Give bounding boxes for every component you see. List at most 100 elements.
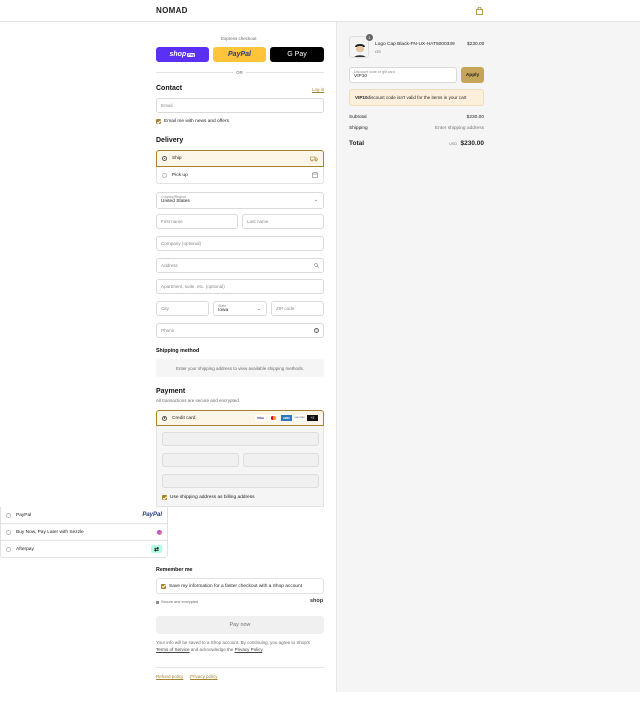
chevron-down-icon: ⌄ <box>256 306 261 312</box>
truck-icon <box>310 156 318 161</box>
card-name-field[interactable] <box>162 474 319 488</box>
sezzle-logo-icon <box>157 529 162 535</box>
billing-label: Use shipping address as billing address <box>170 495 255 500</box>
brand-logo[interactable]: NOMAD <box>156 6 188 15</box>
lock-icon <box>156 600 159 604</box>
radio-selected-icon <box>162 415 167 421</box>
radio-unselected-icon <box>6 529 11 535</box>
shop-pay-button[interactable]: shop Pay <box>156 47 209 62</box>
visa-icon: VISA <box>255 415 266 421</box>
subtotal-label: Subtotal <box>349 115 367 120</box>
order-summary-pane <box>336 22 640 692</box>
pay-now-button[interactable]: Pay now <box>156 616 324 634</box>
phone-field[interactable]: Phone ? <box>156 323 324 338</box>
error-code: VIP10 <box>355 95 368 100</box>
card-expiry-field[interactable] <box>162 453 239 467</box>
state-value: Iowa <box>218 308 229 313</box>
shipping-label: Shipping <box>349 126 368 131</box>
subtotal-value: $230.00 <box>466 115 484 120</box>
city-field[interactable]: City <box>156 301 209 316</box>
shipping-method-heading: Shipping method <box>156 348 200 354</box>
express-checkout-label: Express checkout <box>221 36 257 41</box>
shopping-bag-icon[interactable] <box>476 7 483 15</box>
product-price: $230.00 <box>467 42 485 47</box>
company-field[interactable]: Company (optional) <box>156 236 324 251</box>
discover-icon: DISCOVER <box>294 415 305 421</box>
paypal-logo-icon: PayPal <box>142 512 162 518</box>
total-label: Total <box>349 140 365 147</box>
credit-card-label: Credit card <box>172 415 196 421</box>
discount-error-message: VIP10 discount code isn't valid for the … <box>349 89 484 106</box>
address-field[interactable]: Address <box>156 258 324 273</box>
afterpay-logo-icon: ⇄ <box>151 545 162 553</box>
payment-heading: Payment <box>156 388 186 395</box>
amex-icon: AMEX <box>281 415 292 421</box>
apply-button[interactable]: Apply <box>461 67 484 83</box>
shipping-method-notice: Enter your shipping address to view avai… <box>156 359 324 377</box>
afterpay-label: Afterpay <box>16 546 34 552</box>
total-value: $230.00 <box>460 140 485 147</box>
news-label: Email me with news and offers <box>164 119 229 124</box>
shipping-row: Shipping Enter shipping address <box>349 126 484 131</box>
refund-policy-link[interactable]: Refund policy <box>156 674 183 679</box>
google-pay-button[interactable]: G Pay <box>270 47 324 62</box>
currency-label: USD <box>449 142 458 146</box>
radio-unselected-icon <box>162 172 167 178</box>
sezzle-label: Buy Now, Pay Later with Sezzle <box>16 529 84 535</box>
card-number-field[interactable] <box>162 432 319 446</box>
total-row: Total USD $230.00 <box>349 140 484 147</box>
legal-text: Your info will be saved to a Shop accoun… <box>156 639 326 653</box>
radio-unselected-icon <box>6 546 11 552</box>
footer-divider <box>156 667 324 668</box>
ship-option[interactable]: Ship <box>156 150 324 167</box>
secure-note: Secure and encrypted <box>156 600 198 604</box>
shop-logo: shop <box>310 598 324 604</box>
ship-label: Ship <box>172 156 182 161</box>
privacy-policy-link[interactable]: Privacy policy <box>190 674 218 679</box>
contact-heading: Contact <box>156 85 183 92</box>
news-checkbox[interactable]: Email me with news and offers <box>156 119 229 124</box>
discount-field[interactable]: Discount code or gift card VIP10 <box>349 67 457 83</box>
credit-card-option[interactable]: Credit card VISA AMEX DISCOVER +2 <box>156 410 324 426</box>
product-image <box>350 37 368 57</box>
payment-subtitle: All transactions are secure and encrypte… <box>156 398 241 403</box>
checkbox-checked-icon <box>161 583 166 589</box>
save-info-label: Save my information for a faster checkou… <box>169 583 303 589</box>
card-cvc-field[interactable] <box>243 453 319 467</box>
afterpay-option[interactable]: Afterpay ⇄ <box>0 541 168 558</box>
save-info-checkbox[interactable]: Save my information for a faster checkou… <box>156 578 324 594</box>
privacy-link[interactable]: Privacy Policy <box>235 647 263 652</box>
email-field[interactable]: Email <box>156 98 324 113</box>
quantity-badge: 1 <box>366 34 373 41</box>
apartment-field[interactable]: Apartment, suite, etc. (optional) <box>156 279 324 294</box>
radio-selected-icon <box>162 156 167 161</box>
address-placeholder: Address <box>161 263 178 268</box>
zip-field[interactable]: ZIP code <box>271 301 324 316</box>
paypal-option[interactable]: PayPal PayPal <box>0 507 168 524</box>
country-select[interactable]: Country/Region United States ⌄ <box>156 192 324 209</box>
legal-period: . <box>262 647 264 652</box>
secure-label: Secure and encrypted <box>161 600 199 604</box>
login-link[interactable]: Log in <box>312 87 324 92</box>
more-cards-badge: +2 <box>307 415 318 421</box>
error-text: discount code isn't valid for the items … <box>367 95 467 100</box>
phone-placeholder: Phone <box>161 328 175 333</box>
paypal-express-button[interactable]: PayPal <box>213 47 266 62</box>
sezzle-option[interactable]: Buy Now, Pay Later with Sezzle <box>0 524 168 541</box>
first-name-field[interactable]: First name <box>156 214 238 229</box>
product-name: Logo Cap Black-FN-UX-HAT5000339 <box>375 42 455 47</box>
terms-link[interactable]: Terms of Service <box>156 647 190 652</box>
product-variant: OS <box>375 49 381 54</box>
shop-pay-badge: Pay <box>187 52 196 57</box>
pickup-option[interactable]: Pick up <box>156 167 324 184</box>
shipping-value: Enter shipping address <box>434 126 484 131</box>
help-icon[interactable]: ? <box>314 328 319 333</box>
or-divider-label: OR <box>233 70 246 75</box>
delivery-heading: Delivery <box>156 137 184 144</box>
header: NOMAD <box>0 0 640 22</box>
billing-checkbox[interactable]: Use shipping address as billing address <box>162 495 255 500</box>
checkbox-checked-icon <box>162 495 167 500</box>
card-fields-panel: Use shipping address as billing address <box>156 426 324 507</box>
last-name-field[interactable]: Last name <box>242 214 324 229</box>
state-select[interactable]: State Iowa ⌄ <box>213 301 267 316</box>
